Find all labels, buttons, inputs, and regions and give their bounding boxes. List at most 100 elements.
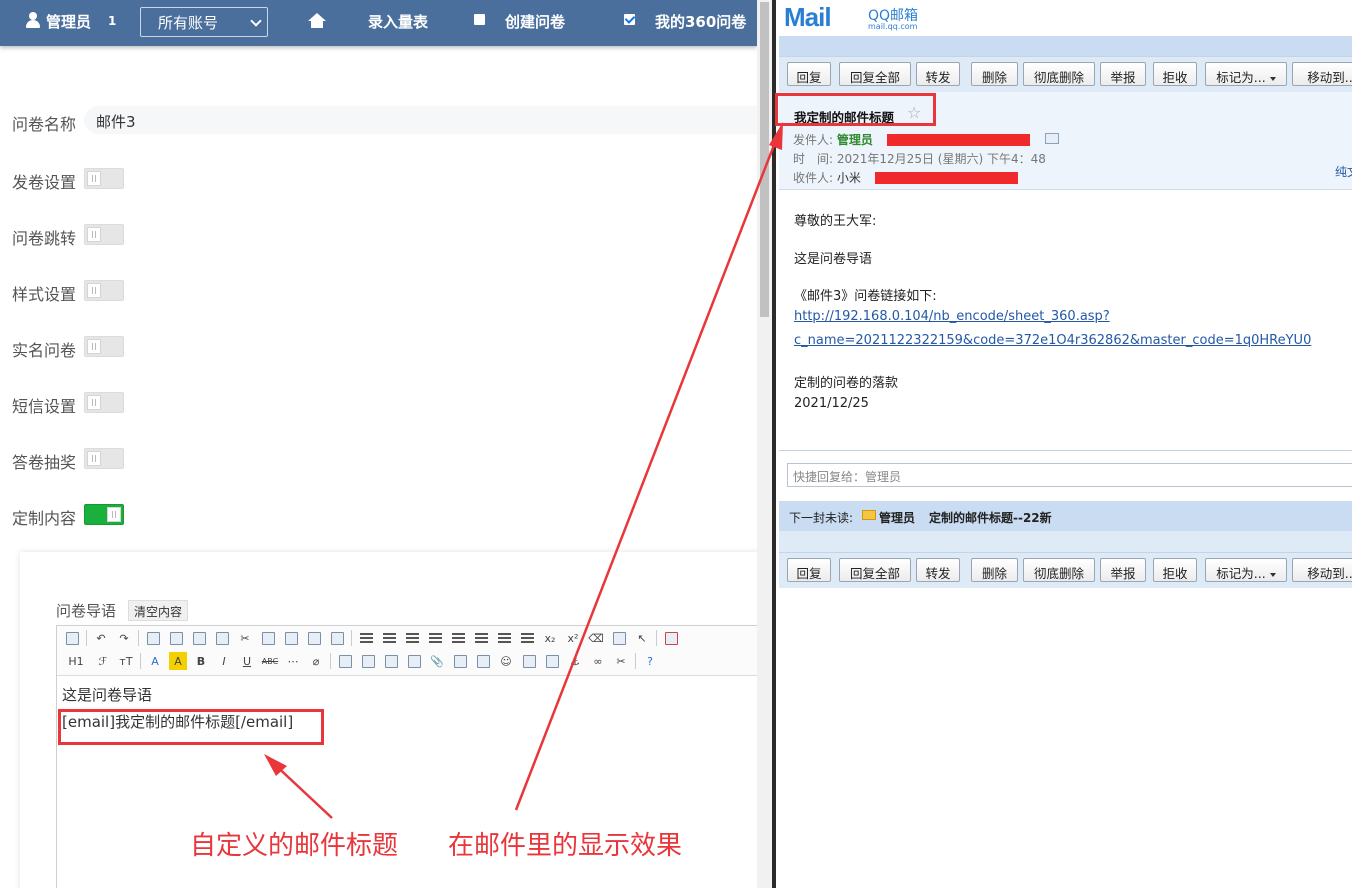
- attachment-icon[interactable]: 📎: [428, 652, 446, 670]
- plain-text-link[interactable]: 纯文: [1335, 163, 1352, 180]
- home-icon[interactable]: [308, 13, 326, 29]
- ordered-list-icon[interactable]: [449, 629, 467, 647]
- align-right-icon[interactable]: [403, 629, 421, 647]
- contact-card-icon[interactable]: [1045, 133, 1059, 144]
- emoticon-icon[interactable]: ☺: [497, 652, 515, 670]
- survey-jump-toggle[interactable]: [84, 224, 124, 245]
- survey-name-input[interactable]: 邮件3: [84, 106, 757, 134]
- highlight-color-icon[interactable]: A: [169, 652, 187, 670]
- italic-icon[interactable]: I: [215, 652, 233, 670]
- preview-icon[interactable]: [144, 629, 162, 647]
- survey-link[interactable]: http://192.168.0.104/nb_encode/sheet_360…: [794, 309, 1110, 324]
- superscript-icon[interactable]: x²: [564, 629, 582, 647]
- fullscreen-icon[interactable]: [662, 629, 680, 647]
- page-break-icon[interactable]: [543, 652, 561, 670]
- move-to-button[interactable]: 移动到...: [1292, 558, 1352, 582]
- horizontal-rule-icon[interactable]: ⋯: [284, 652, 302, 670]
- survey-link-continued[interactable]: c_name=2021122322159&code=372e1O4r362862…: [794, 333, 1311, 348]
- heading-button[interactable]: H1: [63, 652, 89, 670]
- report-button[interactable]: 举报: [1100, 558, 1146, 582]
- clear-content-button[interactable]: 清空内容: [128, 600, 189, 621]
- reply-button[interactable]: 回复: [787, 558, 831, 582]
- unordered-list-icon[interactable]: [472, 629, 490, 647]
- next-unread-sender[interactable]: 管理员: [879, 509, 915, 526]
- subscript-icon[interactable]: x₂: [541, 629, 559, 647]
- reply-button[interactable]: 回复: [787, 62, 831, 86]
- multi-image-icon[interactable]: [359, 652, 377, 670]
- link-icon[interactable]: ∞: [589, 652, 607, 670]
- publish-settings-toggle[interactable]: [84, 168, 124, 189]
- font-size-icon[interactable]: тT: [117, 652, 135, 670]
- font-color-icon[interactable]: A: [146, 652, 164, 670]
- select-all-icon[interactable]: ↖: [633, 629, 651, 647]
- clear-format-icon[interactable]: ⌫: [587, 629, 605, 647]
- template-icon[interactable]: [190, 629, 208, 647]
- font-family-icon[interactable]: ℱ: [94, 652, 112, 670]
- flash-icon[interactable]: [382, 652, 400, 670]
- nav-my-360-survey[interactable]: 我的360问卷: [655, 11, 746, 32]
- mail-toolbar-bottom: 回复 回复全部 转发 删除 彻底删除 举报 拒收 标记为... 移动到...: [779, 552, 1352, 588]
- sender-name[interactable]: 管理员: [837, 133, 873, 147]
- unlink-icon[interactable]: ✂: [612, 652, 630, 670]
- survey-link-line1[interactable]: http://192.168.0.104/nb_encode/sheet_360…: [794, 309, 1110, 324]
- cut-icon[interactable]: ✂: [236, 629, 254, 647]
- quick-reply-input[interactable]: 快捷回复给：管理员: [787, 463, 1352, 487]
- anchor-icon[interactable]: ⚓: [566, 652, 584, 670]
- survey-link-line2[interactable]: c_name=2021122322159&code=372e1O4r362862…: [794, 333, 1311, 348]
- report-button[interactable]: 举报: [1100, 62, 1146, 86]
- mark-as-button[interactable]: 标记为...: [1205, 62, 1287, 86]
- paste-word-icon[interactable]: [328, 629, 346, 647]
- left-scrollbar[interactable]: [757, 0, 772, 888]
- spellcheck-icon[interactable]: [610, 629, 628, 647]
- reply-all-button[interactable]: 回复全部: [839, 62, 911, 86]
- custom-content-toggle[interactable]: [84, 504, 124, 525]
- move-to-button[interactable]: 移动到...: [1292, 62, 1352, 86]
- next-unread-bar: 下一封未读: 管理员 定制的邮件标题--22新: [779, 501, 1352, 531]
- copy-icon[interactable]: [259, 629, 277, 647]
- next-unread-subject[interactable]: 定制的邮件标题--22新: [929, 509, 1052, 526]
- table-icon[interactable]: [451, 652, 469, 670]
- source-icon[interactable]: [63, 629, 81, 647]
- setting-label: 发卷设置: [12, 173, 77, 192]
- outdent-icon[interactable]: [518, 629, 536, 647]
- underline-icon[interactable]: U: [238, 652, 256, 670]
- code-icon[interactable]: [213, 629, 231, 647]
- undo-icon[interactable]: ↶: [92, 629, 110, 647]
- delete-button[interactable]: 删除: [971, 558, 1018, 582]
- align-left-icon[interactable]: [357, 629, 375, 647]
- user-name[interactable]: 管理员: [46, 11, 91, 32]
- account-select[interactable]: 所有账号: [140, 7, 268, 37]
- paste-icon[interactable]: [282, 629, 300, 647]
- real-name-toggle[interactable]: [84, 336, 124, 357]
- paste-text-icon[interactable]: [305, 629, 323, 647]
- media-icon[interactable]: [405, 652, 423, 670]
- justify-icon[interactable]: [426, 629, 444, 647]
- style-settings-toggle[interactable]: [84, 280, 124, 301]
- forward-button[interactable]: 转发: [916, 62, 960, 86]
- eraser-icon[interactable]: ⌀: [307, 652, 325, 670]
- help-icon[interactable]: ?: [641, 652, 659, 670]
- nav-create-survey[interactable]: 创建问卷: [505, 11, 565, 32]
- reply-all-button[interactable]: 回复全部: [839, 558, 911, 582]
- delete-permanently-button[interactable]: 彻底删除: [1023, 558, 1095, 582]
- reject-button[interactable]: 拒收: [1153, 558, 1197, 582]
- recipient-name[interactable]: 小米: [837, 171, 861, 185]
- insert-icon[interactable]: [474, 652, 492, 670]
- sms-settings-toggle[interactable]: [84, 392, 124, 413]
- redo-icon[interactable]: ↷: [115, 629, 133, 647]
- align-center-icon[interactable]: [380, 629, 398, 647]
- indent-icon[interactable]: [495, 629, 513, 647]
- delete-permanently-button[interactable]: 彻底删除: [1023, 62, 1095, 86]
- print-icon[interactable]: [167, 629, 185, 647]
- reject-button[interactable]: 拒收: [1153, 62, 1197, 86]
- forward-button[interactable]: 转发: [916, 558, 960, 582]
- lottery-toggle[interactable]: [84, 448, 124, 469]
- strikethrough-icon[interactable]: ABC: [261, 652, 279, 670]
- map-icon[interactable]: [520, 652, 538, 670]
- nav-record-scale[interactable]: 录入量表: [368, 11, 428, 32]
- scrollbar-thumb[interactable]: [760, 2, 769, 317]
- bold-icon[interactable]: B: [192, 652, 210, 670]
- delete-button[interactable]: 删除: [971, 62, 1018, 86]
- image-icon[interactable]: [336, 652, 354, 670]
- mark-as-button[interactable]: 标记为...: [1205, 558, 1287, 582]
